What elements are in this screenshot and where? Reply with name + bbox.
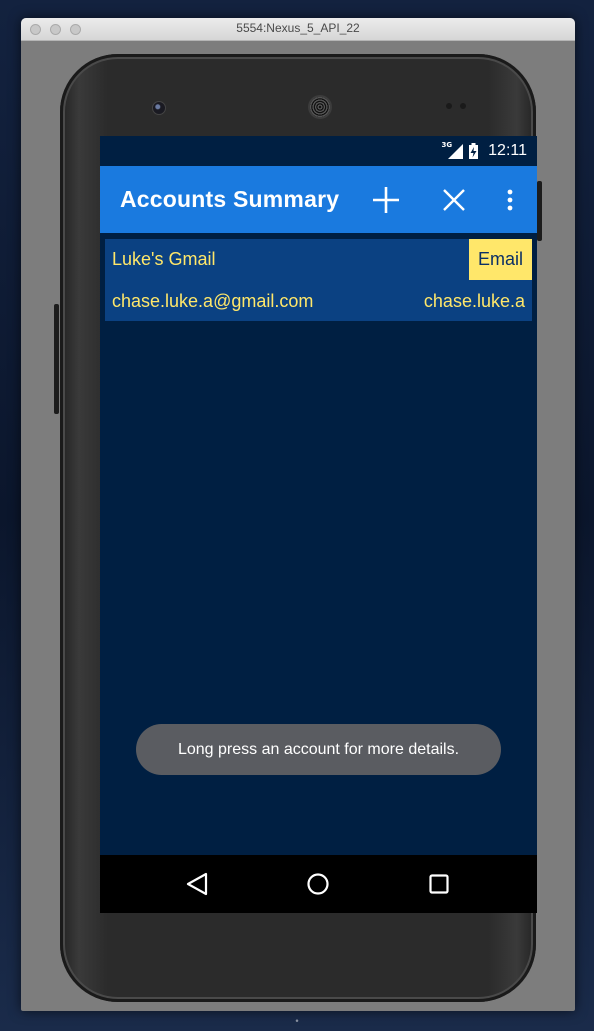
add-account-button[interactable] — [368, 182, 404, 218]
battery-charging-icon — [469, 143, 479, 159]
navigation-bar — [100, 855, 537, 913]
earpiece-speaker-icon — [308, 95, 332, 119]
home-icon — [307, 873, 329, 895]
app-bar: Accounts Summary — [100, 166, 537, 233]
phone-device: 3G 12:11 Accounts Summary Luke's Gmail E… — [54, 54, 542, 1002]
phone-screen: 3G 12:11 Accounts Summary Luke's Gmail E… — [100, 136, 537, 913]
sensor-icon — [460, 103, 466, 109]
back-button[interactable] — [182, 869, 212, 899]
window-titlebar[interactable]: 5554:Nexus_5_API_22 — [21, 18, 575, 41]
account-name: Luke's Gmail — [112, 249, 216, 269]
account-type-badge: Email — [469, 239, 532, 280]
overflow-menu-button[interactable] — [492, 182, 528, 218]
status-bar: 3G 12:11 — [100, 136, 537, 166]
power-button[interactable] — [537, 181, 542, 241]
account-list-item[interactable]: Luke's Gmail Email chase.luke.a@gmail.co… — [105, 239, 532, 321]
sensor-icon — [446, 103, 452, 109]
status-clock: 12:11 — [488, 142, 527, 159]
window-title: 5554:Nexus_5_API_22 — [236, 21, 360, 35]
delete-account-button[interactable] — [436, 182, 472, 218]
overflow-menu-icon — [507, 189, 513, 211]
account-email: chase.luke.a@gmail.com — [112, 291, 314, 311]
toast-message: Long press an account for more details. — [136, 724, 501, 775]
back-icon — [186, 872, 208, 896]
emulator-window: 5554:Nexus_5_API_22 3G 12:11 Accounts Su… — [21, 18, 575, 1011]
network-type-label: 3G — [441, 141, 453, 149]
close-icon — [443, 189, 465, 211]
page-title: Accounts Summary — [120, 186, 340, 212]
account-username: chase.luke.a — [423, 291, 525, 311]
add-icon — [373, 187, 399, 213]
home-button[interactable] — [303, 869, 333, 899]
front-camera-icon — [152, 101, 166, 115]
recents-icon — [429, 874, 449, 894]
recents-button[interactable] — [424, 869, 454, 899]
volume-button[interactable] — [54, 304, 59, 414]
